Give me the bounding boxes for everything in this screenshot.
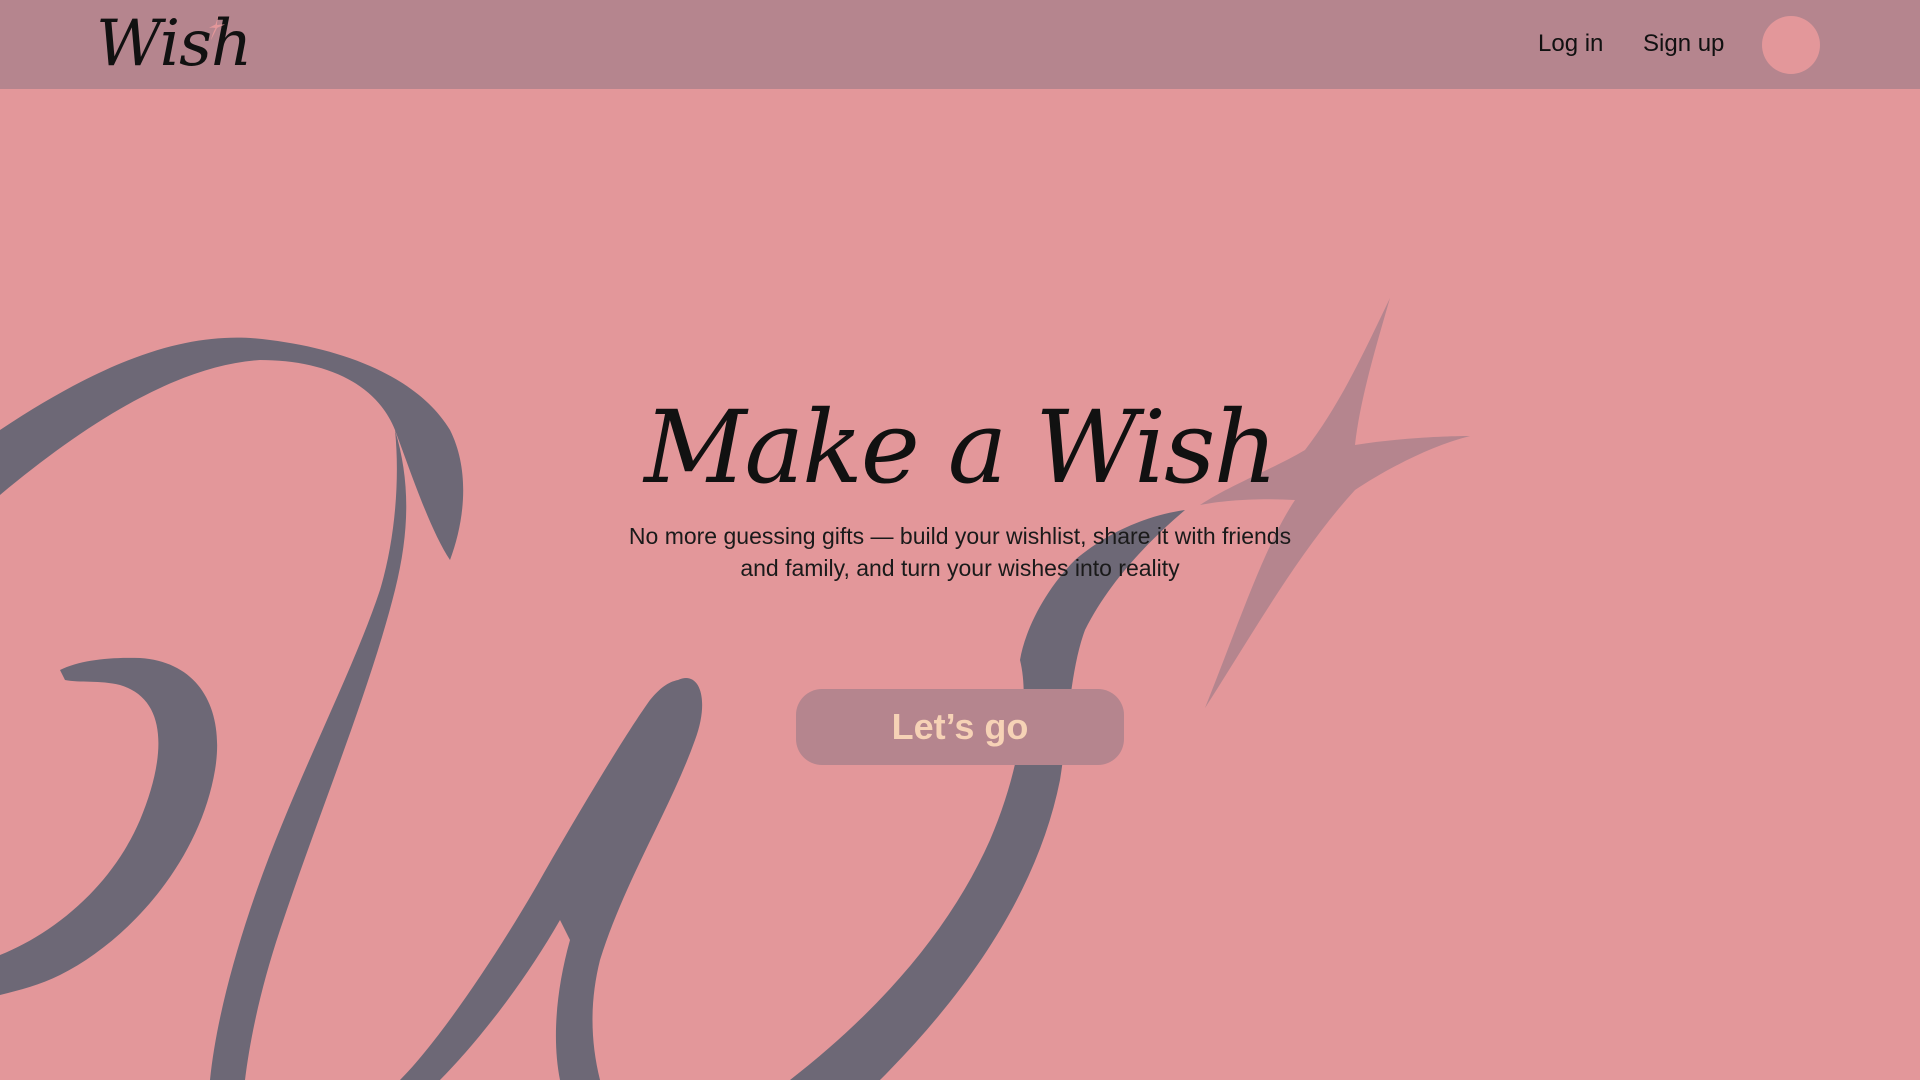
login-link[interactable]: Log in: [1538, 24, 1603, 64]
sparkle-icon: [209, 12, 225, 40]
logo[interactable]: Wish: [96, 4, 266, 84]
avatar[interactable]: [1762, 16, 1820, 74]
logo-text: Wish: [96, 7, 252, 81]
signup-link[interactable]: Sign up: [1643, 24, 1724, 64]
top-header: Wish Log in Sign up: [0, 0, 1920, 89]
landing-page: Wish Log in Sign up Make a Wish No more …: [0, 0, 1920, 1080]
hero-subtitle: No more guessing gifts — build your wish…: [628, 523, 1292, 581]
hero-title: Make a Wish: [644, 389, 1278, 506]
lets-go-button[interactable]: Let’s go: [796, 689, 1124, 765]
